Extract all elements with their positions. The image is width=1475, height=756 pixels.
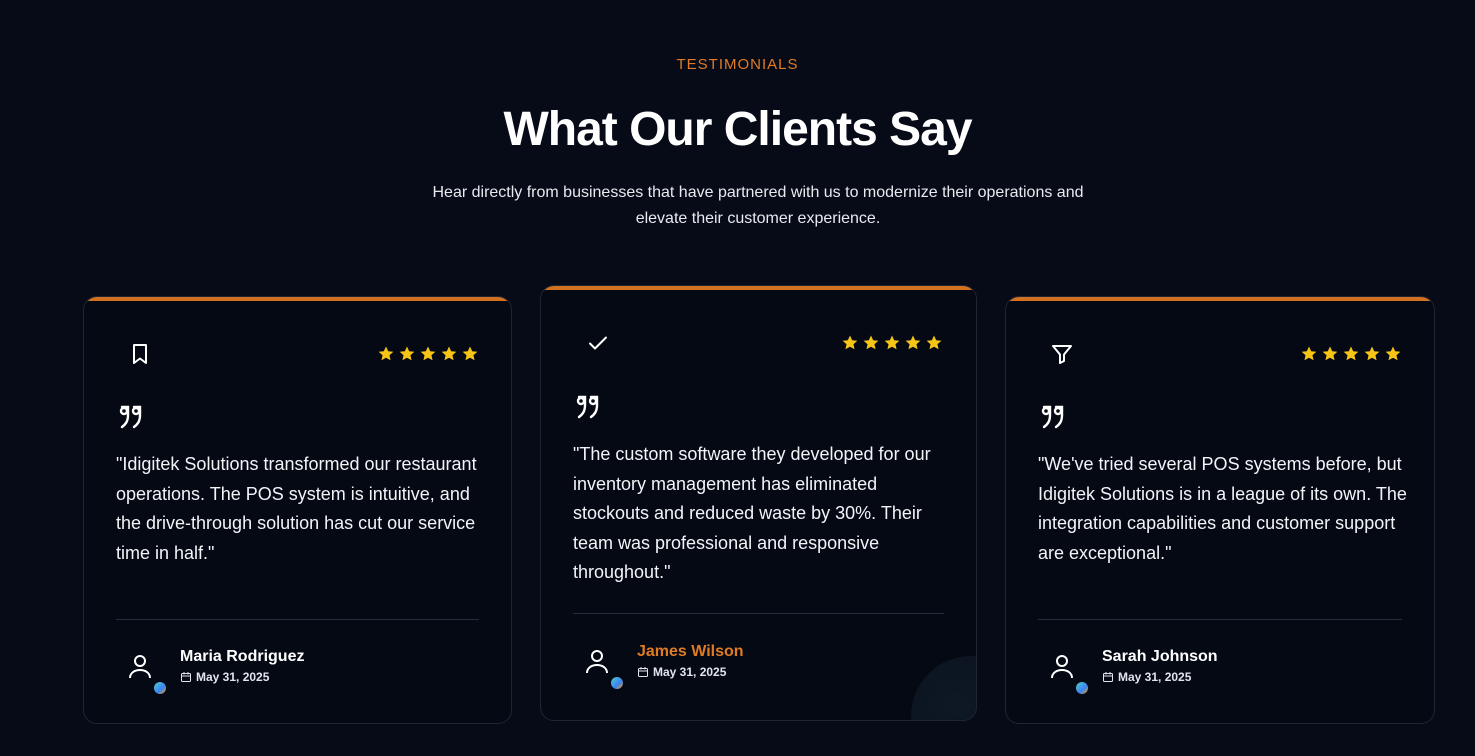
avatar-status-dot (611, 677, 623, 689)
star-icon (863, 335, 879, 350)
star-icon (1301, 346, 1317, 361)
divider (1038, 619, 1402, 620)
avatar-status-dot (154, 682, 166, 694)
quote-icon (119, 405, 142, 429)
testimonial-author: Sarah Johnson May 31, 2025 (1046, 647, 1218, 694)
star-icon (884, 335, 900, 350)
decorative-circle (911, 656, 976, 720)
star-icon (462, 346, 478, 361)
testimonial-quote: "We've tried several POS systems before,… (1038, 454, 1407, 563)
star-icon (441, 346, 457, 361)
star-icon (1343, 346, 1359, 361)
user-icon (129, 655, 151, 679)
avatar (1046, 651, 1088, 694)
star-icon (926, 335, 942, 350)
testimonial-author: James Wilson May 31, 2025 (581, 642, 744, 689)
author-name: Sarah Johnson (1102, 648, 1218, 665)
star-icon (378, 346, 394, 361)
testimonial-card-featured: "The custom software they developed for … (540, 285, 977, 721)
author-date: May 31, 2025 (1102, 670, 1218, 684)
testimonial-card: "Idigitek Solutions transformed our rest… (83, 296, 512, 724)
author-date: May 31, 2025 (180, 670, 304, 684)
star-rating (1300, 345, 1402, 363)
star-icon (842, 335, 858, 350)
date-text: May 31, 2025 (653, 665, 727, 679)
testimonials-section: TESTIMONIALS What Our Clients Say Hear d… (0, 0, 1475, 756)
author-date: May 31, 2025 (637, 665, 744, 679)
divider (116, 619, 479, 620)
star-rating (377, 345, 479, 363)
divider (573, 613, 944, 614)
star-icon (399, 346, 415, 361)
section-subtitle: Hear directly from businesses that have … (432, 184, 1084, 227)
author-name: James Wilson (637, 643, 744, 660)
calendar-icon (181, 672, 191, 682)
section-title: What Our Clients Say (503, 103, 972, 156)
star-rating (841, 334, 943, 352)
testimonial-author: Maria Rodriguez May 31, 2025 (124, 647, 305, 694)
avatar (581, 646, 623, 689)
user-icon (1051, 655, 1073, 679)
bookmark-icon (133, 344, 147, 364)
testimonial-quote: "The custom software they developed for … (573, 444, 931, 582)
section-eyebrow: TESTIMONIALS (676, 56, 799, 73)
star-icon (1385, 346, 1401, 361)
date-text: May 31, 2025 (196, 670, 270, 684)
testimonial-card: "We've tried several POS systems before,… (1005, 296, 1435, 724)
user-icon (586, 650, 608, 674)
author-name: Maria Rodriguez (180, 648, 305, 665)
quote-icon (576, 395, 599, 419)
star-icon (1322, 346, 1338, 361)
filter-icon (1052, 345, 1072, 364)
star-icon (420, 346, 436, 361)
calendar-icon (1103, 672, 1113, 682)
star-icon (905, 335, 921, 350)
date-text: May 31, 2025 (1118, 670, 1192, 684)
avatar (124, 651, 166, 694)
avatar-status-dot (1076, 682, 1088, 694)
check-icon (589, 336, 607, 350)
star-icon (1364, 346, 1380, 361)
quote-icon (1041, 405, 1064, 429)
calendar-icon (638, 667, 648, 677)
testimonial-quote: "Idigitek Solutions transformed our rest… (116, 454, 477, 563)
